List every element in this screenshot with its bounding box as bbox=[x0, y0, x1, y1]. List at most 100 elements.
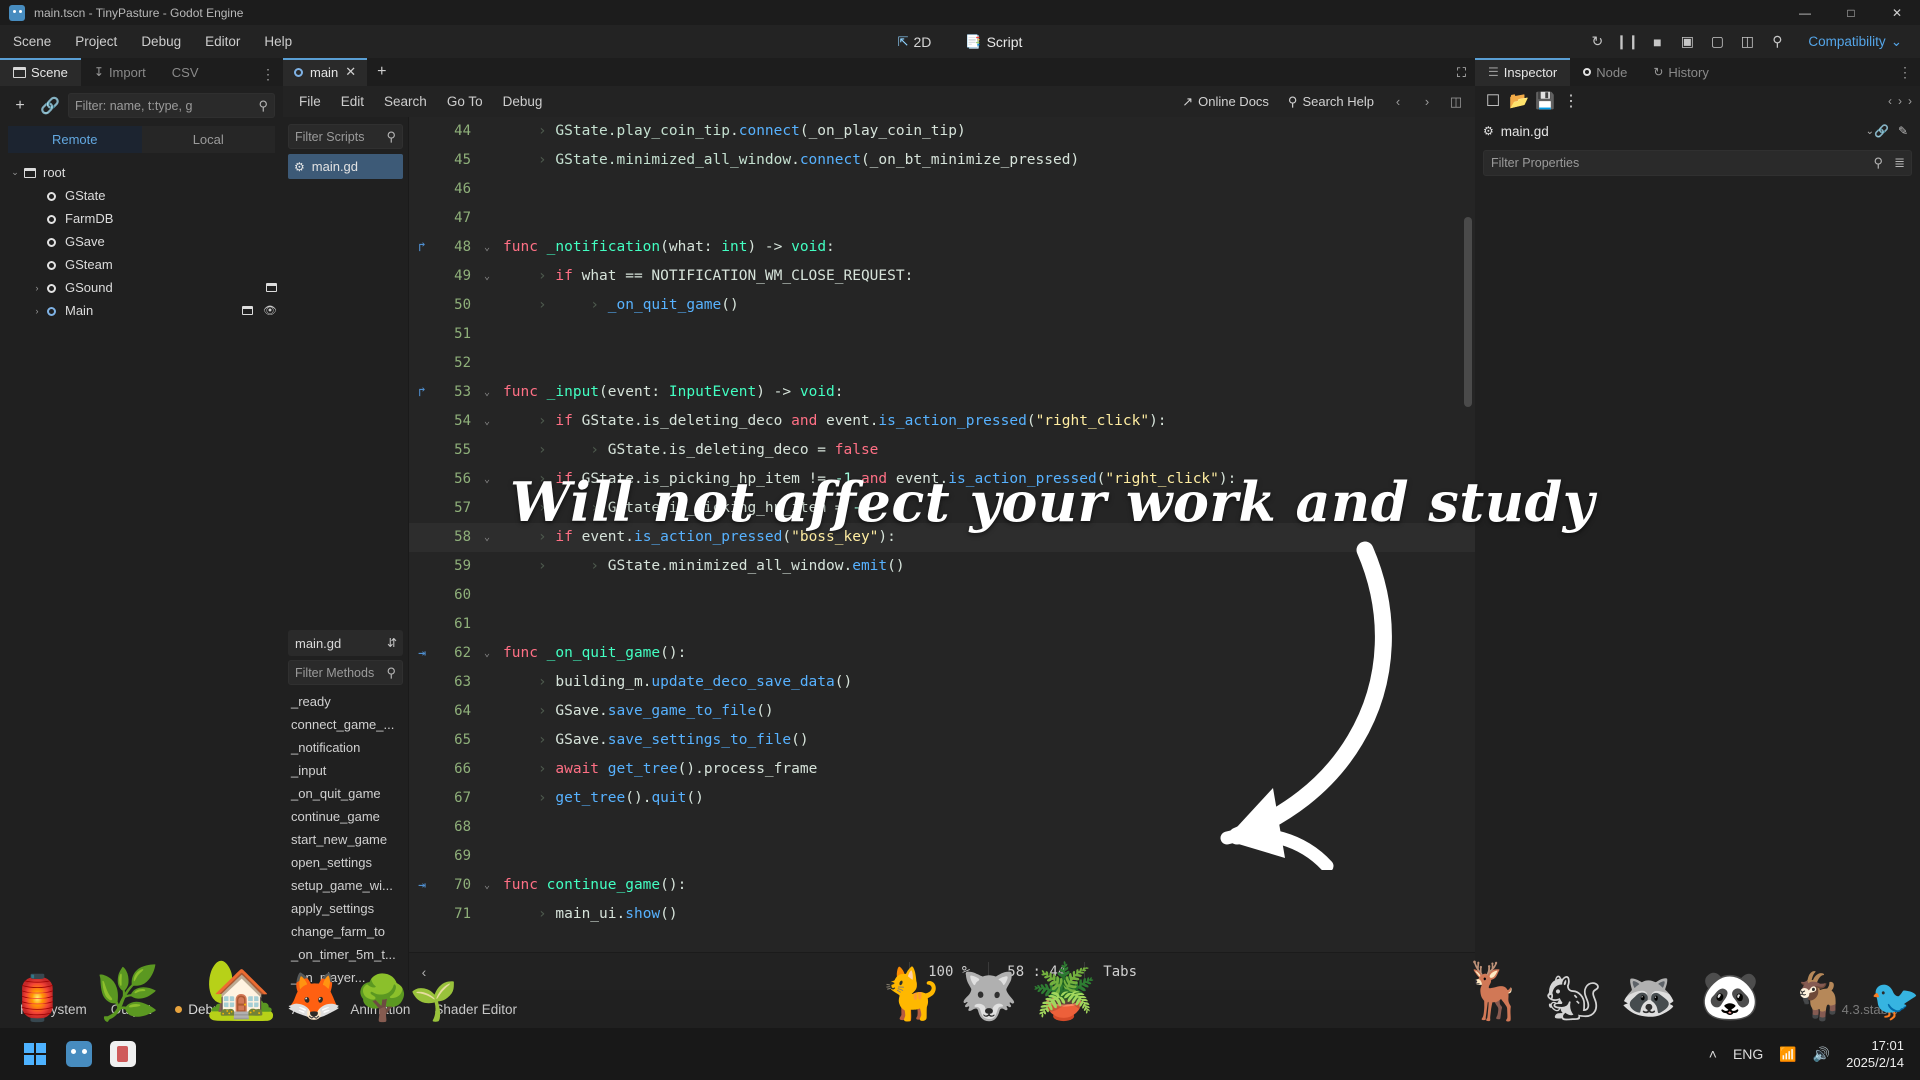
taskbar-clock[interactable]: 17:01 2025/2/14 bbox=[1846, 1037, 1904, 1071]
toggle-list-icon[interactable]: ≣ bbox=[1894, 155, 1905, 171]
menu-scene[interactable]: Scene bbox=[2, 30, 62, 53]
method-item[interactable]: continue_game bbox=[283, 805, 408, 828]
code-line[interactable]: 59 › › GState.minimized_all_window.emit(… bbox=[409, 552, 1475, 581]
signal-icon[interactable]: ⇥ bbox=[409, 871, 435, 900]
mode-tab-2d[interactable]: ⇱ 2D bbox=[890, 31, 940, 53]
maximize-button[interactable]: □ bbox=[1828, 0, 1874, 25]
tools-kebab-icon[interactable]: ⋮ bbox=[1559, 89, 1583, 113]
search-help-button[interactable]: ⚲ Search Help bbox=[1280, 90, 1382, 114]
code-line[interactable]: 58⌄ › if event.is_action_pressed("boss_k… bbox=[409, 523, 1475, 552]
panel-toggle-icon[interactable]: ◫ bbox=[1443, 90, 1469, 114]
method-item[interactable]: change_farm_to bbox=[283, 920, 408, 943]
code-line[interactable]: 68 bbox=[409, 813, 1475, 842]
filter-properties-input[interactable]: Filter Properties ⚲ ≣ bbox=[1483, 150, 1912, 176]
code-vertical-scrollbar[interactable] bbox=[1464, 217, 1472, 407]
godot-taskbar-icon[interactable] bbox=[62, 1037, 96, 1071]
language-indicator[interactable]: ENG bbox=[1733, 1046, 1763, 1062]
code-line[interactable]: 71 › main_ui.show() bbox=[409, 900, 1475, 929]
script-menu-goto[interactable]: Go To bbox=[437, 91, 493, 112]
layout-icon[interactable]: ◫ bbox=[1734, 30, 1760, 54]
fullscreen-icon[interactable]: ⛶ bbox=[1457, 65, 1466, 81]
bottom-tab-filesystem[interactable]: FileSystem bbox=[10, 998, 97, 1021]
save-icon[interactable]: 💾 bbox=[1533, 89, 1557, 113]
inspector-forward-button[interactable]: › bbox=[1908, 94, 1912, 108]
tab-import[interactable]: ↧ Import bbox=[81, 58, 159, 86]
scene-tree-item-gstate[interactable]: GState bbox=[0, 184, 283, 207]
scene-tree-item-gsave[interactable]: GSave bbox=[0, 230, 283, 253]
edit-icon[interactable]: ✎ bbox=[1898, 124, 1908, 138]
menu-project[interactable]: Project bbox=[64, 30, 128, 53]
code-line[interactable]: 47 bbox=[409, 204, 1475, 233]
stop-icon[interactable]: ■ bbox=[1644, 30, 1670, 54]
tab-remote[interactable]: Remote bbox=[8, 126, 142, 153]
code-line[interactable]: 67 › get_tree().quit() bbox=[409, 784, 1475, 813]
load-icon[interactable]: 📂 bbox=[1507, 89, 1531, 113]
filter-methods-input[interactable]: Filter Methods ⚲ bbox=[288, 660, 403, 685]
script-menu-edit[interactable]: Edit bbox=[331, 91, 374, 112]
bottom-tab-debugger[interactable]: Debugger (1) bbox=[165, 998, 278, 1021]
fold-arrow-icon[interactable]: ⌄ bbox=[477, 639, 497, 668]
fold-arrow-icon[interactable]: ⌄ bbox=[477, 871, 497, 900]
search-icon[interactable]: ⚲ bbox=[1764, 30, 1790, 54]
paint-taskbar-icon[interactable] bbox=[106, 1037, 140, 1071]
link-icon[interactable]: 🔗 bbox=[1874, 124, 1889, 138]
fold-arrow-icon[interactable]: ⌄ bbox=[477, 523, 497, 552]
signal-icon[interactable]: ⇥ bbox=[409, 639, 435, 668]
camera-icon[interactable]: ▢ bbox=[1704, 30, 1730, 54]
code-line[interactable]: 44 › GState.play_coin_tip.connect(_on_pl… bbox=[409, 117, 1475, 146]
expand-arrow-icon[interactable]: › bbox=[30, 306, 44, 316]
method-item[interactable]: connect_game_... bbox=[283, 713, 408, 736]
code-line[interactable]: 60 bbox=[409, 581, 1475, 610]
minimize-button[interactable]: — bbox=[1782, 0, 1828, 25]
scene-tree-item-gsound[interactable]: ›GSound bbox=[0, 276, 283, 299]
scene-tree-item-main[interactable]: ›Main👁 bbox=[0, 299, 283, 322]
method-item[interactable]: start_new_game bbox=[283, 828, 408, 851]
code-line[interactable]: 51 bbox=[409, 320, 1475, 349]
mode-tab-script[interactable]: 📑 Script bbox=[957, 31, 1030, 53]
new-script-tab-button[interactable]: + bbox=[367, 58, 396, 86]
visibility-eye-icon[interactable]: 👁 bbox=[263, 304, 277, 317]
scene-tree-item-farmdb[interactable]: FarmDB bbox=[0, 207, 283, 230]
fold-arrow-icon[interactable]: ⌄ bbox=[477, 378, 497, 407]
override-icon[interactable]: ↱ bbox=[409, 378, 435, 407]
code-line[interactable]: 52 bbox=[409, 349, 1475, 378]
bottom-tab-animation[interactable]: Animation bbox=[340, 998, 420, 1021]
fold-arrow-icon[interactable]: ⌄ bbox=[477, 407, 497, 436]
tab-history[interactable]: ↻ History bbox=[1640, 58, 1722, 86]
tab-inspector[interactable]: ☰ Inspector bbox=[1475, 58, 1570, 86]
tray-chevron-icon[interactable]: ˄ bbox=[1709, 1046, 1717, 1062]
scene-tree-item-gsteam[interactable]: GSteam bbox=[0, 253, 283, 276]
wifi-icon[interactable]: 📶 bbox=[1779, 1046, 1796, 1063]
tab-local[interactable]: Local bbox=[142, 126, 276, 153]
fold-arrow-icon[interactable]: ⌄ bbox=[477, 465, 497, 494]
code-line[interactable]: 45 › GState.minimized_all_window.connect… bbox=[409, 146, 1475, 175]
tab-scene[interactable]: Scene bbox=[0, 58, 81, 86]
code-line[interactable]: 55 › › GState.is_deleting_deco = false bbox=[409, 436, 1475, 465]
code-line[interactable]: 63 › building_m.update_deco_save_data() bbox=[409, 668, 1475, 697]
scene-filter-input[interactable]: Filter: name, t:type, g ⚲ bbox=[68, 93, 275, 118]
override-icon[interactable]: ↱ bbox=[409, 233, 435, 262]
method-item[interactable]: _on_player... bbox=[283, 966, 408, 989]
fold-arrow-icon[interactable]: ⌄ bbox=[477, 233, 497, 262]
script-menu-search[interactable]: Search bbox=[374, 91, 437, 112]
script-tab-main[interactable]: main ✕ bbox=[283, 58, 367, 86]
method-item[interactable]: apply_settings bbox=[283, 897, 408, 920]
inspected-object-row[interactable]: ⚙ main.gd ⌄ 🔗 ✎ bbox=[1483, 118, 1912, 144]
volume-icon[interactable]: 🔊 bbox=[1813, 1046, 1830, 1063]
expand-arrow-icon[interactable]: ⌄ bbox=[8, 167, 22, 178]
filter-scripts-input[interactable]: Filter Scripts ⚲ bbox=[288, 124, 403, 149]
new-resource-icon[interactable]: ☐ bbox=[1481, 89, 1505, 113]
script-menu-file[interactable]: File bbox=[289, 91, 331, 112]
scene-inherit-icon[interactable] bbox=[266, 282, 277, 294]
code-line[interactable]: 69 bbox=[409, 842, 1475, 871]
method-item[interactable]: _notification bbox=[283, 736, 408, 759]
cursor-position[interactable]: 58 : 44 bbox=[988, 962, 1084, 982]
code-line[interactable]: 66 › await get_tree().process_frame bbox=[409, 755, 1475, 784]
method-item[interactable]: _input bbox=[283, 759, 408, 782]
renderer-selector[interactable]: Compatibility ⌄ bbox=[1800, 31, 1910, 53]
script-list-item-main[interactable]: ⚙ main.gd bbox=[288, 154, 403, 179]
method-item[interactable]: _on_timer_5m_t... bbox=[283, 943, 408, 966]
method-item[interactable]: _ready bbox=[283, 690, 408, 713]
menu-help[interactable]: Help bbox=[253, 30, 303, 53]
code-line[interactable]: 54⌄ › if GState.is_deleting_deco and eve… bbox=[409, 407, 1475, 436]
